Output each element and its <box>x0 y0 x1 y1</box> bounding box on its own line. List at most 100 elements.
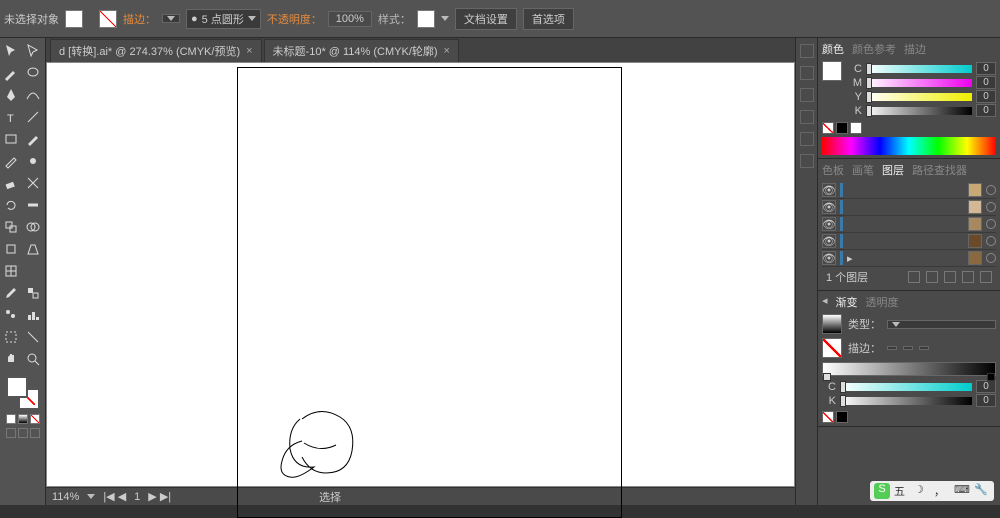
layer-row[interactable]: 👁 <box>822 233 996 250</box>
stroke-weight-dropdown[interactable] <box>162 14 180 23</box>
layer-row[interactable]: 👁 <box>822 216 996 233</box>
column-graph-tool[interactable] <box>22 304 44 326</box>
magic-wand-tool[interactable] <box>0 62 22 84</box>
tab-pathfinder[interactable]: 路径查找器 <box>912 162 967 178</box>
blend-tool[interactable] <box>22 282 44 304</box>
pencil-tool[interactable] <box>0 150 22 172</box>
free-transform-tool[interactable] <box>0 238 22 260</box>
gradient-preview[interactable] <box>822 314 842 334</box>
close-icon[interactable]: × <box>246 45 252 57</box>
rotate-tool[interactable] <box>0 194 22 216</box>
doc-setup-button[interactable]: 文档设置 <box>455 8 517 30</box>
type-tool[interactable]: T <box>0 106 22 128</box>
style-swatch[interactable] <box>417 10 435 28</box>
visibility-toggle[interactable]: 👁 <box>822 251 836 265</box>
black-slider[interactable] <box>866 107 972 115</box>
cyan-slider[interactable] <box>866 65 972 73</box>
gradient-stroke-2[interactable] <box>903 346 913 350</box>
gradient-track[interactable] <box>822 362 996 376</box>
layer-row[interactable]: 👁▸ <box>822 250 996 267</box>
stroke-swatch[interactable] <box>99 10 117 28</box>
tab-2[interactable]: 未标题-10* @ 114% (CMYK/轮廓)× <box>264 39 459 62</box>
line-tool[interactable] <box>22 106 44 128</box>
screen-mode[interactable] <box>30 428 40 438</box>
collapsed-panel-icon[interactable] <box>800 154 814 168</box>
sublayer-icon[interactable] <box>944 271 956 283</box>
gradient-stroke-1[interactable] <box>887 346 897 350</box>
visibility-toggle[interactable]: 👁 <box>822 183 836 197</box>
tab-1[interactable]: d [转换].ai* @ 274.37% (CMYK/预览)× <box>50 39 262 62</box>
collapsed-panel-icon[interactable] <box>800 110 814 124</box>
gradient-type-dropdown[interactable] <box>887 320 996 329</box>
close-icon[interactable]: × <box>444 45 450 57</box>
panel-fill-swatch[interactable] <box>822 61 842 81</box>
ime-keyboard-icon[interactable]: ⌨ <box>954 483 970 499</box>
visibility-toggle[interactable]: 👁 <box>822 217 836 231</box>
stroke-style-dropdown[interactable]: ● 5 点圆形 <box>186 9 261 29</box>
zoom-tool[interactable] <box>22 348 44 370</box>
perspective-tool[interactable] <box>22 238 44 260</box>
new-layer-icon[interactable] <box>962 271 974 283</box>
black-swatch[interactable] <box>836 122 848 134</box>
style-dropdown-icon[interactable] <box>441 16 449 21</box>
mesh-tool[interactable] <box>0 260 22 282</box>
gradient-mode[interactable] <box>18 414 28 424</box>
fill-stroke-control[interactable] <box>6 376 40 410</box>
tab-swatches[interactable]: 色板 <box>822 162 844 178</box>
yellow-slider[interactable] <box>866 93 972 101</box>
target-icon[interactable] <box>986 236 996 246</box>
brush-tool[interactable] <box>22 128 44 150</box>
target-icon[interactable] <box>986 219 996 229</box>
direct-selection-tool[interactable] <box>22 40 44 62</box>
blob-brush-tool[interactable] <box>22 150 44 172</box>
white-swatch[interactable] <box>850 122 862 134</box>
tab-gradient[interactable]: 渐变 <box>836 294 858 310</box>
ime-comma-icon[interactable]: ， <box>934 483 950 499</box>
slice-tool[interactable] <box>22 326 44 348</box>
none-swatch[interactable] <box>822 122 834 134</box>
tab-color[interactable]: 颜色 <box>822 41 844 57</box>
grad-black-slider[interactable] <box>840 397 972 405</box>
tab-stroke[interactable]: 描边 <box>904 41 926 57</box>
magenta-slider[interactable] <box>866 79 972 87</box>
collapsed-panel-icon[interactable] <box>800 66 814 80</box>
rectangle-tool[interactable] <box>0 128 22 150</box>
grad-cyan-slider[interactable] <box>840 383 972 391</box>
fill-swatch[interactable] <box>65 10 83 28</box>
layer-row[interactable]: 👁 <box>822 182 996 199</box>
collapsed-panel-icon[interactable] <box>800 44 814 58</box>
spectrum-picker[interactable] <box>822 137 996 155</box>
prefs-button[interactable]: 首选项 <box>523 8 574 30</box>
artboard-tool[interactable] <box>0 326 22 348</box>
locate-icon[interactable] <box>908 271 920 283</box>
symbol-spray-tool[interactable] <box>0 304 22 326</box>
gradient-fill-swatch[interactable] <box>822 338 842 358</box>
trash-icon[interactable] <box>980 271 992 283</box>
tab-layers[interactable]: 图层 <box>882 162 904 178</box>
none-mode[interactable] <box>30 414 40 424</box>
eraser-tool[interactable] <box>0 172 22 194</box>
ime-mode[interactable]: 五 <box>894 483 910 499</box>
visibility-toggle[interactable]: 👁 <box>822 200 836 214</box>
hand-tool[interactable] <box>0 348 22 370</box>
pen-tool[interactable] <box>0 84 22 106</box>
layer-row[interactable]: 👁 <box>822 199 996 216</box>
width-tool[interactable] <box>22 194 44 216</box>
artboard-nav[interactable]: 1 <box>134 491 140 503</box>
collapsed-panel-icon[interactable] <box>800 88 814 102</box>
shape-builder-tool[interactable] <box>22 216 44 238</box>
ime-moon-icon[interactable]: ☽ <box>914 483 930 499</box>
tab-transparency[interactable]: 透明度 <box>866 294 899 310</box>
canvas-area[interactable] <box>46 62 795 487</box>
tab-color-guide[interactable]: 颜色参考 <box>852 41 896 57</box>
gradient-stroke-3[interactable] <box>919 346 929 350</box>
visibility-toggle[interactable]: 👁 <box>822 234 836 248</box>
curvature-tool[interactable] <box>22 84 44 106</box>
gradient-tool[interactable] <box>22 260 44 282</box>
scissors-tool[interactable] <box>22 172 44 194</box>
opacity-input[interactable]: 100% <box>328 11 372 27</box>
screen-preview[interactable] <box>18 428 28 438</box>
selection-tool[interactable] <box>0 40 22 62</box>
eyedropper-tool[interactable] <box>0 282 22 304</box>
mask-icon[interactable] <box>926 271 938 283</box>
